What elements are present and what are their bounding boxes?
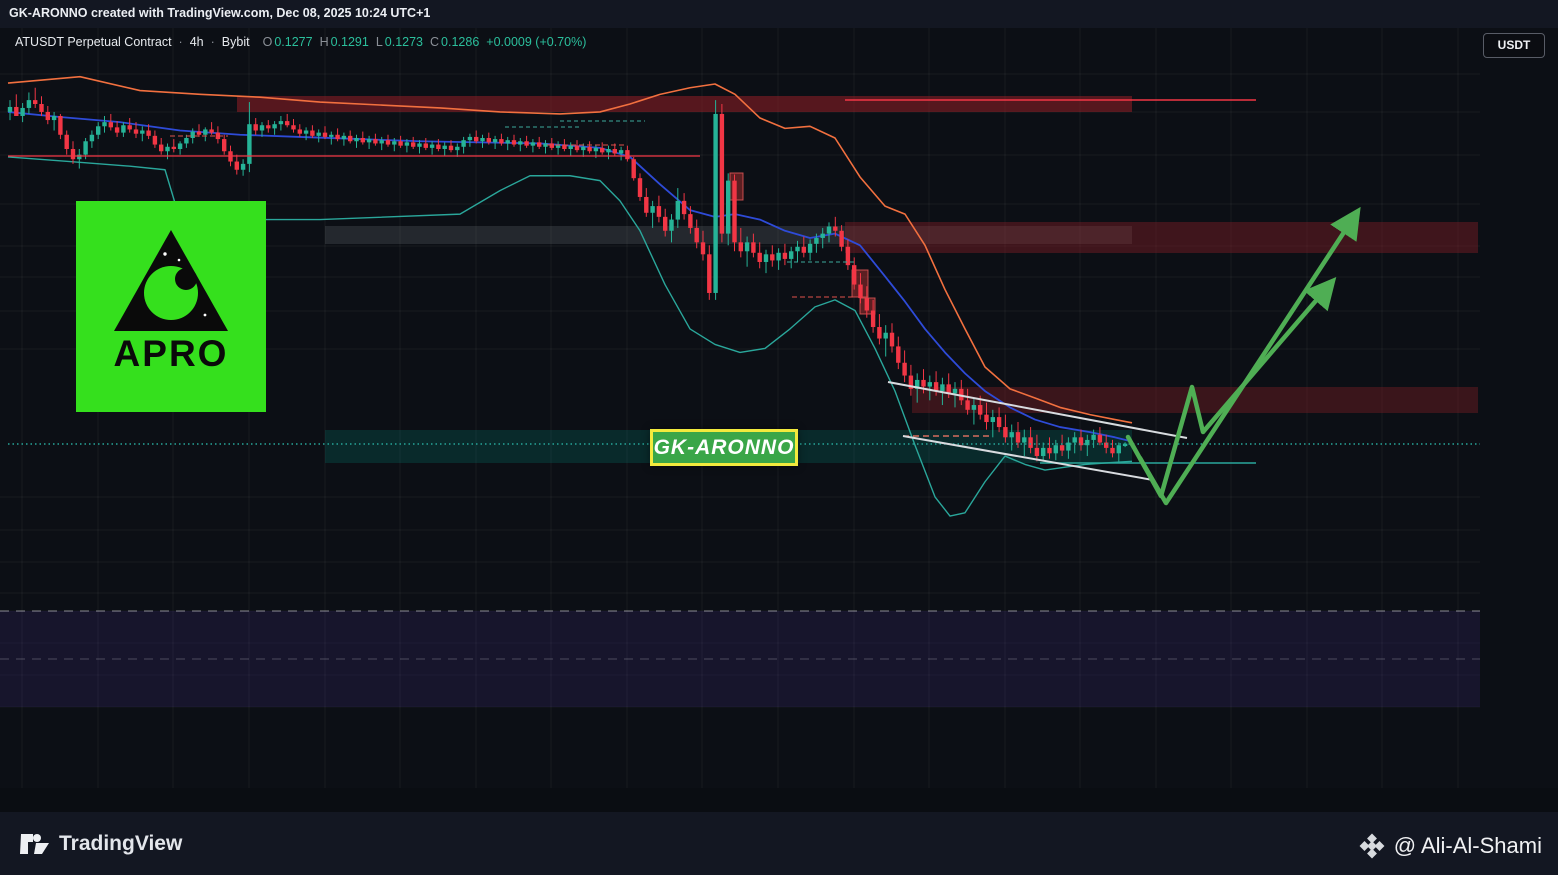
high-label: H	[320, 35, 329, 49]
low-label: L	[376, 35, 383, 49]
tradingview-logo-icon	[20, 831, 50, 857]
change-value: +0.0009 (+0.70%)	[486, 35, 586, 49]
currency-unit-button[interactable]: USDT	[1483, 33, 1545, 58]
apro-wordmark: APRO	[114, 335, 229, 372]
separator-dot: ·	[179, 35, 183, 49]
high-value: 0.1291	[331, 35, 369, 49]
pane-bg	[0, 812, 1558, 875]
open-label: O	[263, 35, 273, 49]
author-watermark: @ Ali-Al-Shami	[1359, 833, 1542, 859]
close-label: C	[430, 35, 439, 49]
author-watermark-text: @ Ali-Al-Shami	[1394, 833, 1542, 859]
close-value: 0.1286	[441, 35, 479, 49]
title-bar: GK-ARONNO created with TradingView.com, …	[9, 6, 430, 20]
apro-triangle-eye-icon	[108, 227, 234, 335]
tradingview-watermark[interactable]: TradingView	[20, 831, 182, 857]
separator-dot: ·	[211, 35, 215, 49]
low-value: 0.1273	[385, 35, 423, 49]
exchange-label: Bybit	[222, 35, 250, 49]
apro-logo: APRO	[76, 201, 266, 412]
symbol-bar[interactable]: ATUSDT Perpetual Contract · 4h · Bybit O…	[15, 35, 586, 49]
diamond-logo-icon	[1359, 833, 1385, 859]
symbol-name[interactable]: ATUSDT Perpetual Contract	[15, 35, 172, 49]
tradingview-watermark-text: TradingView	[59, 832, 182, 856]
interval-label[interactable]: 4h	[190, 35, 204, 49]
open-value: 0.1277	[274, 35, 312, 49]
pane-bg	[0, 788, 1558, 812]
tradingview-chart-window: GK-ARONNO created with TradingView.com, …	[0, 0, 1558, 875]
gk-aronno-watermark[interactable]: GK-ARONNO	[650, 429, 798, 466]
watermark-title: GK-ARONNO created with TradingView.com, …	[9, 6, 430, 20]
